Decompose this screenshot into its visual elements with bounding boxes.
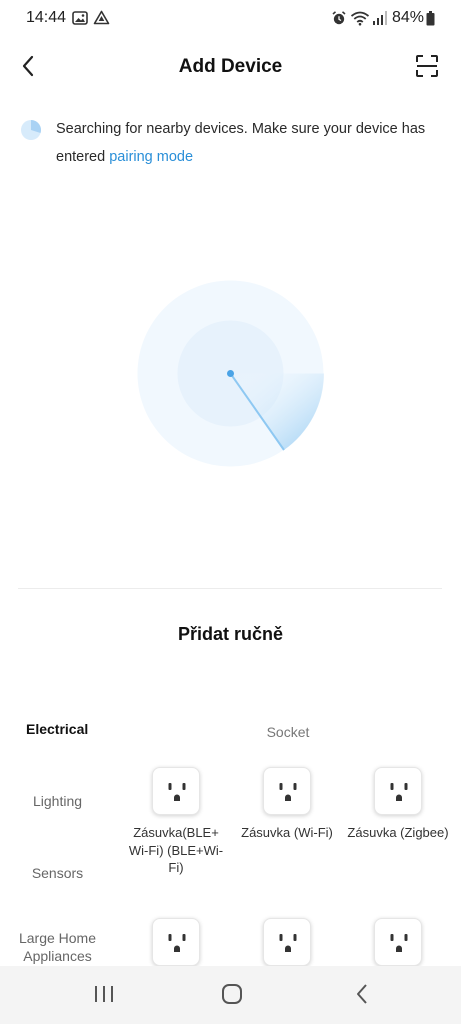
manual-add-title: Přidat ručně (177, 624, 284, 644)
socket-icon (374, 918, 422, 966)
back-icon (355, 983, 369, 1010)
header: Add Device (0, 44, 461, 92)
signal-icon (372, 10, 388, 31)
section-label-socket: Socket (266, 724, 310, 740)
category-large-home-appliances[interactable]: Large Home Appliances (0, 929, 115, 965)
scan-button[interactable] (410, 52, 444, 84)
home-button[interactable] (210, 980, 254, 1012)
socket-icon (263, 918, 311, 966)
device-tile[interactable] (235, 918, 339, 966)
page-title: Add Device (178, 56, 283, 77)
category-sensors[interactable]: Sensors (0, 865, 115, 881)
pairing-mode-link[interactable]: pairing mode (109, 149, 193, 165)
category-electrical[interactable]: Electrical (26, 721, 141, 737)
recent-apps-button[interactable] (82, 980, 126, 1012)
wifi-icon (350, 10, 370, 31)
device-label: Zásuvka (Wi-Fi) (241, 825, 333, 840)
drive-icon (93, 10, 110, 31)
device-tile[interactable] (124, 918, 228, 966)
status-time: 14:44 (26, 9, 67, 26)
system-back-button[interactable] (340, 980, 384, 1012)
system-nav-bar (0, 966, 461, 1024)
socket-icon (263, 767, 311, 815)
device-label: Zásuvka(BLE+ Wi-Fi) (BLE+Wi-Fi) (128, 825, 224, 875)
image-icon (72, 10, 88, 31)
radar-animation (137, 280, 324, 467)
searching-spinner-icon (20, 119, 42, 141)
device-tile[interactable] (346, 918, 450, 966)
recent-apps-icon (93, 984, 115, 1009)
battery-icon (426, 11, 435, 31)
status-bar: 14:44 84% (0, 0, 461, 36)
device-label: Zásuvka (Zigbee) (347, 825, 449, 840)
device-tile[interactable]: Zásuvka(BLE+ Wi-Fi) (BLE+Wi-Fi) (124, 767, 228, 877)
device-tile[interactable]: Zásuvka (Wi-Fi) (235, 767, 339, 842)
category-lighting[interactable]: Lighting (0, 793, 115, 809)
search-message: Searching for nearby devices. Make sure … (56, 115, 446, 171)
divider (18, 588, 442, 589)
socket-icon (152, 918, 200, 966)
socket-icon (374, 767, 422, 815)
home-icon (221, 983, 243, 1010)
socket-icon (152, 767, 200, 815)
alarm-icon (331, 10, 347, 31)
battery-percent: 84% (392, 9, 425, 26)
scan-icon (415, 54, 439, 83)
device-tile[interactable]: Zásuvka (Zigbee) (346, 767, 450, 842)
